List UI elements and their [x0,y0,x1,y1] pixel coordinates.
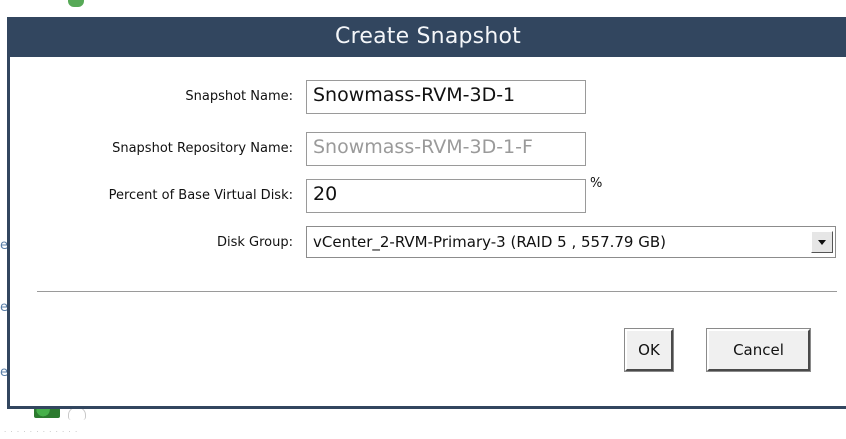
disk-group-row: Disk Group: vCenter_2-RVM-Primary-3 (RAI… [10,226,846,260]
ok-button[interactable]: OK [624,328,674,372]
disk-group-selected-value: vCenter_2-RVM-Primary-3 (RAID 5 , 557.79… [313,233,666,251]
create-snapshot-dialog: Create Snapshot Snapshot Name: Snowmass-… [7,17,846,409]
percent-unit: % [590,176,603,191]
divider [37,291,837,293]
snapshot-name-label: Snapshot Name: [185,89,293,104]
status-dots: · · · · · · · · · · · · [4,428,79,436]
disk-group-label: Disk Group: [216,235,293,250]
percent-input[interactable]: 20 [306,179,586,213]
snapshot-name-row: Snapshot Name: Snowmass-RVM-3D-1 [10,80,846,114]
dialog-title: Create Snapshot [10,17,846,57]
cancel-button[interactable]: Cancel [706,328,811,372]
percent-row: Percent of Base Virtual Disk: 20 % [10,176,846,213]
snapshot-name-input[interactable]: Snowmass-RVM-3D-1 [306,80,586,114]
app-icon-top [68,0,84,7]
repository-name-row: Snapshot Repository Name: Snowmass-RVM-3… [10,132,846,166]
repository-name-label: Snapshot Repository Name: [112,141,293,156]
chevron-down-icon[interactable] [811,231,833,253]
percent-label: Percent of Base Virtual Disk: [108,188,293,203]
repository-name-input: Snowmass-RVM-3D-1-F [306,132,586,166]
disk-group-select[interactable]: vCenter_2-RVM-Primary-3 (RAID 5 , 557.79… [306,226,836,258]
